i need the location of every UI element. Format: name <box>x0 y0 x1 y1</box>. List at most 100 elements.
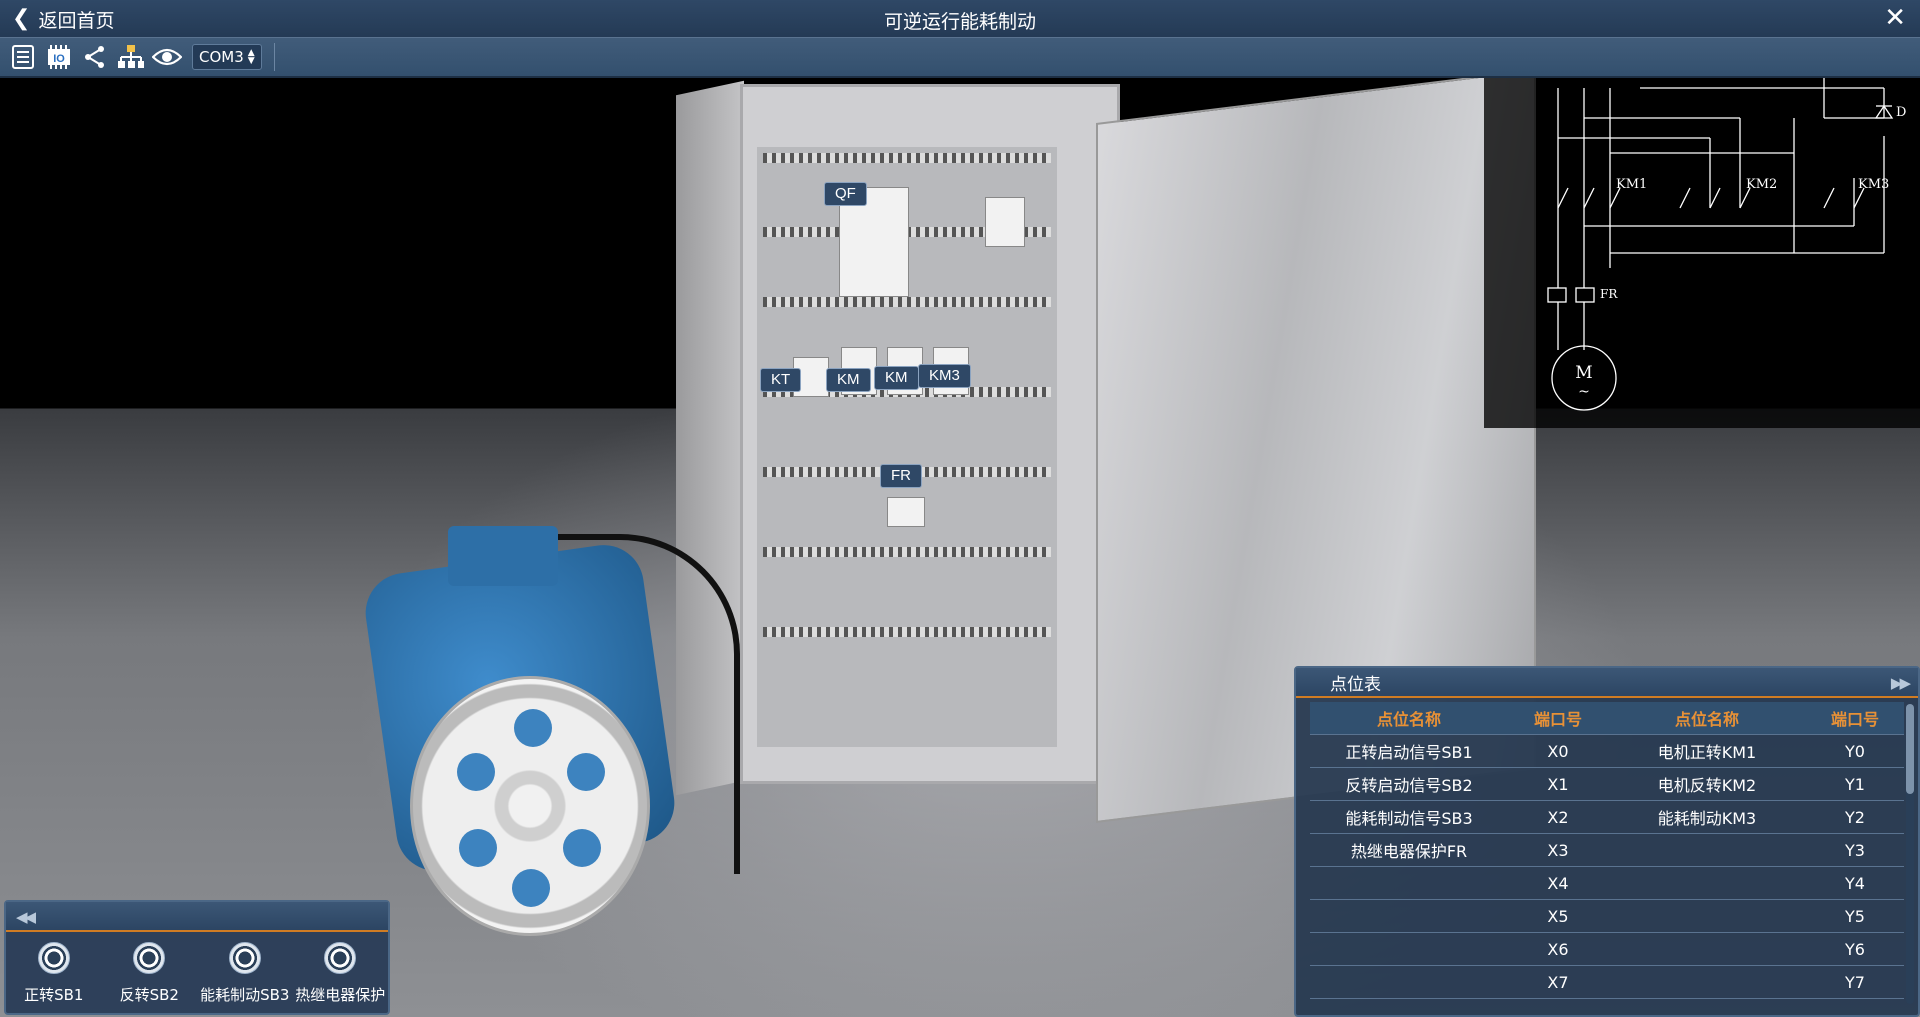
table-cell <box>1310 900 1508 933</box>
pulley-hole <box>514 709 552 747</box>
table-cell: X2 <box>1508 801 1608 834</box>
column-header: 端口号 <box>1806 702 1904 735</box>
tag-fr: FR <box>880 464 922 488</box>
title-bar: ❮ 返回首页 可逆运行能耗制动 ✕ <box>0 0 1920 38</box>
table-cell <box>1310 867 1508 900</box>
point-table-scrollbar[interactable] <box>1906 704 1914 1004</box>
column-header: 端口号 <box>1508 702 1608 735</box>
din-rail <box>763 627 1051 637</box>
cabinet-mounting-plate <box>757 147 1057 747</box>
table-cell: X7 <box>1508 966 1608 999</box>
motor-pulley[interactable] <box>410 676 650 936</box>
table-cell <box>1608 933 1806 966</box>
point-table-panel: 点位表 ▶▶ 点位名称 端口号 点位名称 端口号 正转启动信号SB1 X0 电机… <box>1294 666 1920 1017</box>
thermal-relay-fr[interactable] <box>887 497 925 527</box>
toolbar: IO COM3 ▲ ▼ <box>0 38 1920 78</box>
table-cell <box>1608 966 1806 999</box>
small-breaker[interactable] <box>985 197 1025 247</box>
collapse-right-icon[interactable]: ▶▶ <box>1891 674 1911 692</box>
table-cell: 能耗制动KM3 <box>1608 801 1806 834</box>
forward-sb1-label: 正转SB1 <box>24 986 84 1004</box>
schematic-label-motor: M <box>1575 363 1592 383</box>
pulley-hole <box>512 869 550 907</box>
table-row: 热继电器保护FR X3 Y3 <box>1310 834 1904 867</box>
table-cell: Y0 <box>1806 735 1904 768</box>
table-row: 能耗制动信号SB3 X2 能耗制动KM3 Y2 <box>1310 801 1904 834</box>
table-cell: Y7 <box>1806 966 1904 999</box>
forward-sb1-button[interactable]: 正转SB1 <box>9 942 99 1005</box>
control-panel: ◀◀ 正转SB1 反转SB2 能耗制动SB3 热继电器保护 <box>4 900 390 1015</box>
table-cell: X6 <box>1508 933 1608 966</box>
com-port-value: COM3 <box>199 48 244 66</box>
table-row: X6 Y6 <box>1310 933 1904 966</box>
brake-sb3-button[interactable]: 能耗制动SB3 <box>200 942 290 1005</box>
pulley-hole <box>457 753 495 791</box>
point-table-header: 点位表 ▶▶ <box>1296 668 1918 698</box>
table-cell: X4 <box>1508 867 1608 900</box>
schematic-label-km3: KM3 <box>1858 177 1889 192</box>
din-rail <box>763 153 1051 163</box>
share-icon[interactable] <box>80 42 110 72</box>
schematic-label-km2: KM2 <box>1746 177 1777 192</box>
din-rail <box>763 547 1051 557</box>
table-cell: 反转启动信号SB2 <box>1310 768 1508 801</box>
reverse-sb2-button[interactable]: 反转SB2 <box>104 942 194 1005</box>
point-table-grid: 点位名称 端口号 点位名称 端口号 正转启动信号SB1 X0 电机正转KM1 Y… <box>1310 702 1904 999</box>
pulley-hole <box>563 829 601 867</box>
radio-button-icon[interactable] <box>324 942 357 974</box>
electrical-cabinet[interactable] <box>740 84 1120 784</box>
table-cell: Y1 <box>1806 768 1904 801</box>
schematic-diagram: KM1 KM2 KM3 D FR M ~ <box>1547 78 1906 411</box>
table-cell: Y2 <box>1806 801 1904 834</box>
radio-button-icon[interactable] <box>37 942 70 974</box>
schematic-label-fr: FR <box>1600 287 1618 301</box>
close-button[interactable]: ✕ <box>1884 5 1906 31</box>
table-cell <box>1608 834 1806 867</box>
network-icon[interactable] <box>116 42 146 72</box>
pulley-hole <box>567 753 605 791</box>
control-panel-header: ◀◀ <box>6 902 388 932</box>
din-rail <box>763 297 1051 307</box>
table-cell <box>1310 966 1508 999</box>
list-icon[interactable] <box>8 42 38 72</box>
radio-button-icon[interactable] <box>228 942 261 974</box>
table-row: X5 Y5 <box>1310 900 1904 933</box>
table-cell: 热继电器保护FR <box>1310 834 1508 867</box>
table-cell: X0 <box>1508 735 1608 768</box>
control-buttons: 正转SB1 反转SB2 能耗制动SB3 热继电器保护 <box>6 932 388 1005</box>
point-table-title: 点位表 <box>1330 674 1381 695</box>
tag-kt: KT <box>760 368 802 392</box>
page-title: 可逆运行能耗制动 <box>883 11 1036 33</box>
table-cell: X1 <box>1508 768 1608 801</box>
schematic-label-motor-sub: ~ <box>1578 384 1590 400</box>
table-cell <box>1608 867 1806 900</box>
column-header: 点位名称 <box>1310 702 1508 735</box>
table-cell: X5 <box>1508 900 1608 933</box>
radio-button-icon[interactable] <box>133 942 166 974</box>
tag-km3: KM3 <box>918 364 971 388</box>
table-row: X7 Y7 <box>1310 966 1904 999</box>
tag-km2: KM <box>874 366 919 390</box>
table-cell: X3 <box>1508 834 1608 867</box>
schematic-label-km1: KM1 <box>1616 177 1647 192</box>
table-cell: Y5 <box>1806 900 1904 933</box>
tag-km1: KM <box>826 368 871 392</box>
table-row: 反转启动信号SB2 X1 电机反转KM2 Y1 <box>1310 768 1904 801</box>
tag-qf: QF <box>824 182 867 206</box>
table-cell: 电机正转KM1 <box>1608 735 1806 768</box>
table-header-row: 点位名称 端口号 点位名称 端口号 <box>1310 702 1904 735</box>
pulley-hole <box>459 829 497 867</box>
table-cell <box>1608 900 1806 933</box>
io-module-icon[interactable]: IO <box>44 42 74 72</box>
table-row: 正转启动信号SB1 X0 电机正转KM1 Y0 <box>1310 735 1904 768</box>
scrollbar-thumb[interactable] <box>1906 704 1914 794</box>
thermal-protection-button[interactable]: 热继电器保护 <box>295 942 385 1005</box>
toolbar-divider <box>273 43 275 71</box>
table-cell: 电机反转KM2 <box>1608 768 1806 801</box>
io-module-text: IO <box>53 53 65 65</box>
com-port-select[interactable]: COM3 ▲ ▼ <box>192 44 262 70</box>
eye-icon[interactable] <box>152 42 182 72</box>
column-header: 点位名称 <box>1608 702 1806 735</box>
table-row: X4 Y4 <box>1310 867 1904 900</box>
collapse-left-icon[interactable]: ◀◀ <box>16 908 36 926</box>
